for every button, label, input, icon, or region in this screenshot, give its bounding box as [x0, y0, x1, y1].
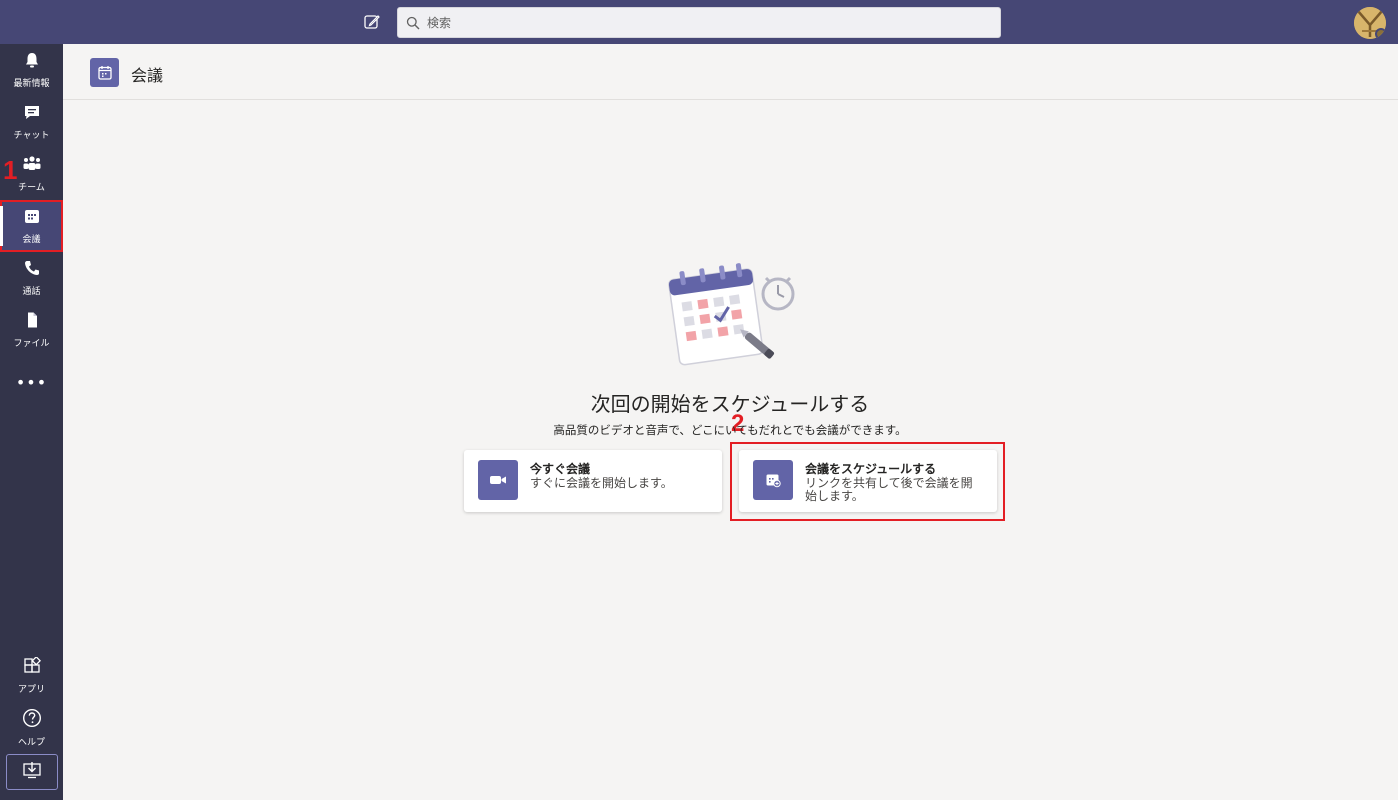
nav-label: 最新情報	[13, 79, 50, 89]
apps-icon	[23, 655, 41, 679]
nav-label: チャット	[13, 131, 50, 141]
empty-state-subtitle: 高品質のビデオと音声で、どこにいてもだれとでも会議ができます。	[553, 423, 907, 437]
card-description: すぐに会議を開始します。	[530, 476, 673, 490]
nav-label: 通話	[22, 287, 41, 297]
nav-label: ヘルプ	[17, 738, 45, 748]
page-title: 会議	[131, 66, 164, 85]
calendar-icon	[23, 207, 41, 229]
status-badge	[1375, 28, 1386, 39]
search-icon	[406, 15, 422, 31]
nav-label: チーム	[18, 183, 45, 193]
nav-label: ファイル	[13, 339, 50, 349]
nav-item-activity[interactable]: 最新情報	[0, 44, 63, 96]
calendar-icon	[90, 58, 119, 87]
top-bar	[0, 0, 1398, 44]
calendar-illustration-icon	[660, 258, 800, 373]
teams-icon	[22, 155, 42, 177]
compose-icon[interactable]	[360, 11, 384, 33]
card-title: 今すぐ会議	[530, 462, 591, 476]
chat-icon	[23, 103, 41, 125]
nav-label: 会議	[22, 235, 41, 245]
search-box[interactable]	[397, 7, 1001, 38]
annotation-highlight-box	[730, 442, 1005, 521]
nav-item-help[interactable]: ヘルプ	[0, 702, 63, 754]
nav-item-calls[interactable]: 通話	[0, 252, 63, 304]
download-app-button[interactable]	[6, 754, 58, 790]
help-icon	[22, 708, 42, 732]
nav-item-files[interactable]: ファイル	[0, 304, 63, 356]
nav-item-chat[interactable]: チャット	[0, 96, 63, 148]
nav-item-meetings[interactable]: 会議	[0, 200, 63, 252]
phone-icon	[23, 259, 41, 281]
avatar[interactable]	[1354, 7, 1386, 39]
video-camera-icon	[478, 460, 518, 500]
nav-item-apps[interactable]: アプリ	[0, 650, 63, 702]
download-icon	[22, 761, 42, 783]
file-icon	[23, 311, 41, 333]
empty-state-title: 次回の開始をスケジュールする	[590, 392, 870, 416]
page-header: 会議	[63, 44, 1398, 100]
search-input[interactable]	[427, 15, 987, 30]
nav-label: アプリ	[17, 685, 45, 695]
bell-icon	[23, 51, 41, 73]
meet-now-card[interactable]: 今すぐ会議 すぐに会議を開始します。	[464, 450, 722, 512]
annotation-step-1: 1	[3, 155, 18, 185]
